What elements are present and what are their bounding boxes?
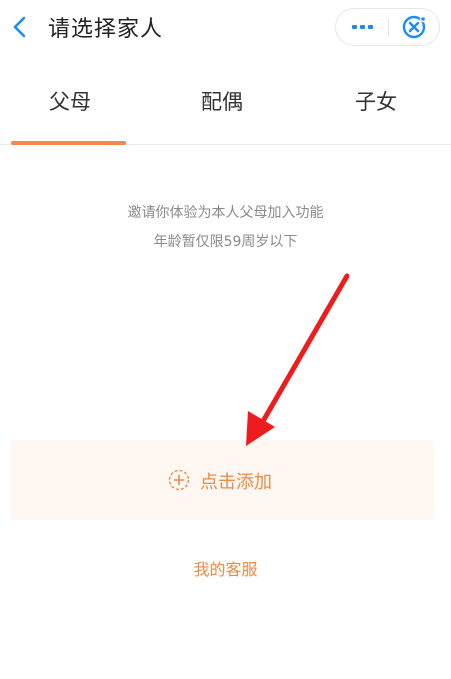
active-tab-indicator bbox=[11, 141, 126, 145]
age-limit-notice: 年龄暂仅限59周岁以下 bbox=[153, 234, 298, 250]
plus-circle-icon bbox=[168, 469, 190, 491]
select-family-screen: 请选择家人 父母 配偶 子女 邀请你体验为本人父母加入功能 年龄暂仅限59周岁以… bbox=[0, 0, 451, 679]
close-mini-program-button[interactable] bbox=[389, 9, 439, 45]
close-circle-icon bbox=[402, 15, 427, 39]
relation-tabs: 父母 配偶 子女 bbox=[0, 72, 451, 145]
chevron-left-icon bbox=[13, 16, 26, 38]
back-button[interactable] bbox=[6, 12, 36, 42]
more-dots-icon bbox=[352, 25, 373, 29]
mini-program-capsule bbox=[335, 8, 440, 46]
add-family-member-label: 点击添加 bbox=[200, 472, 272, 493]
tab-spouse[interactable]: 配偶 bbox=[162, 86, 282, 116]
header-bar: 请选择家人 bbox=[0, 0, 451, 56]
tab-children[interactable]: 子女 bbox=[316, 86, 436, 116]
tab-parents[interactable]: 父母 bbox=[10, 86, 130, 116]
page-title: 请选择家人 bbox=[48, 17, 164, 42]
more-button[interactable] bbox=[336, 9, 388, 45]
add-family-member-button[interactable]: 点击添加 bbox=[11, 440, 434, 520]
customer-service-link[interactable]: 我的客服 bbox=[0, 556, 451, 580]
invite-notice: 邀请你体验为本人父母加入功能 bbox=[127, 205, 324, 221]
